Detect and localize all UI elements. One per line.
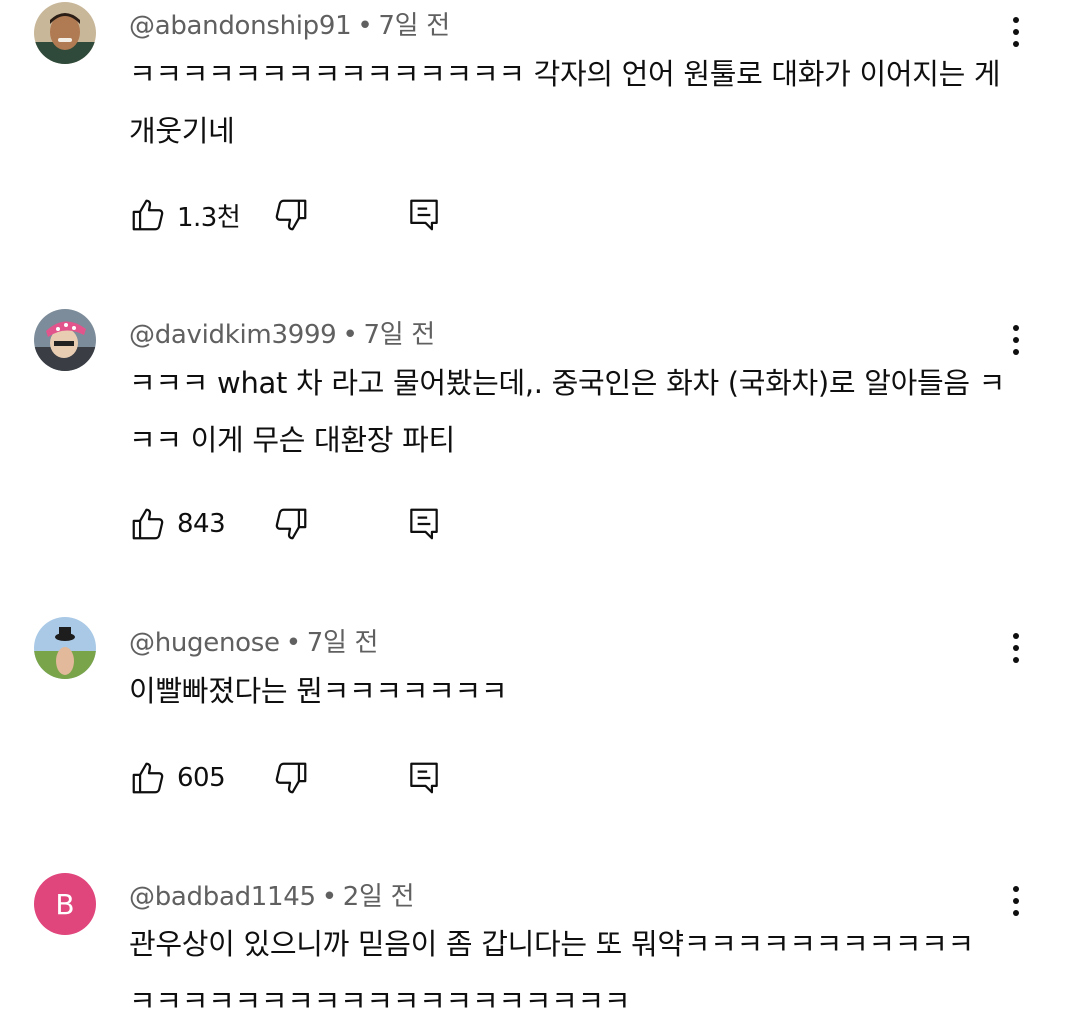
comment-time: 2일 전 [342, 882, 415, 912]
reply-icon [410, 508, 438, 540]
comment-meta: @davidkim3999 • 7일 전 [129, 314, 435, 351]
meta-separator: • [321, 882, 337, 912]
reply-button[interactable] [405, 193, 443, 237]
comment-author[interactable]: @davidkim3999 [129, 320, 337, 350]
reply-icon [410, 762, 438, 794]
thumbs-up-icon [132, 762, 164, 794]
comment-author[interactable]: @badbad1145 [129, 882, 316, 912]
like-count: 1.3천 [177, 202, 241, 233]
comment-actions: 605 [129, 756, 529, 800]
avatar[interactable] [34, 309, 96, 371]
meta-separator: • [357, 11, 373, 41]
like-count: 843 [177, 509, 226, 539]
like-button[interactable]: 605 [129, 756, 226, 800]
dislike-button[interactable] [272, 502, 310, 546]
reply-button[interactable] [405, 502, 443, 546]
comment-text: 이빨빠졌다는 뭔ㅋㅋㅋㅋㅋㅋㅋ [129, 674, 508, 708]
reply-icon [410, 199, 438, 231]
comment-meta: @abandonship91 • 7일 전 [129, 5, 450, 42]
comment-meta: @hugenose • 7일 전 [129, 622, 378, 659]
thumbs-up-icon [132, 508, 164, 540]
like-button[interactable]: 843 [129, 502, 226, 546]
avatar[interactable] [34, 2, 96, 64]
dislike-button[interactable] [272, 193, 310, 237]
thumbs-down-icon [275, 199, 307, 231]
comment-time: 7일 전 [306, 628, 379, 658]
avatar[interactable] [34, 617, 96, 679]
dislike-button[interactable] [272, 756, 310, 800]
comment-text: ㅋㅋㅋ what 차 라고 물어봤는데,. 중국인은 화차 (국화차)로 알아들… [129, 366, 1006, 457]
thumbs-up-icon [132, 199, 164, 231]
avatar[interactable]: B [34, 873, 96, 935]
thumbs-down-icon [275, 508, 307, 540]
comment-text: 관우상이 있으니까 믿음이 좀 갑니다는 또 뭐약ㅋㅋㅋㅋㅋㅋㅋㅋㅋㅋㅋ ㅋㅋㅋ… [129, 927, 974, 1018]
comment-meta: @badbad1145 • 2일 전 [129, 876, 415, 913]
thumbs-down-icon [275, 762, 307, 794]
meta-separator: • [342, 320, 358, 350]
like-count: 605 [177, 763, 226, 793]
comment-author[interactable]: @hugenose [129, 628, 280, 658]
comment-time: 7일 전 [363, 320, 435, 350]
comment-author[interactable]: @abandonship91 [129, 11, 352, 41]
like-button[interactable]: 1.3천 [129, 193, 241, 237]
comment-actions: 1.3천 [129, 193, 529, 237]
comment-time: 7일 전 [378, 11, 450, 41]
reply-button[interactable] [405, 756, 443, 800]
comment-actions: 843 [129, 502, 529, 546]
meta-separator: • [285, 628, 301, 658]
comment-text: ㅋㅋㅋㅋㅋㅋㅋㅋㅋㅋㅋㅋㅋㅋㅋ 각자의 언어 원툴로 대화가 이어지는 게 개웃… [129, 57, 1001, 148]
